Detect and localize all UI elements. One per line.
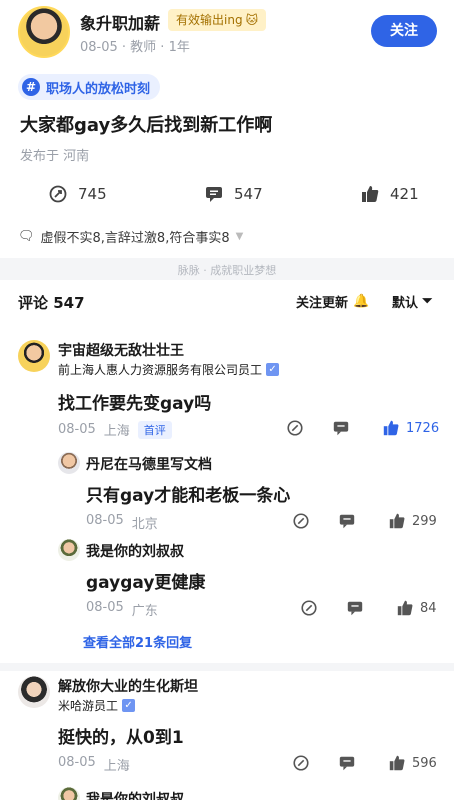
comments-title: 评论 547	[18, 294, 85, 312]
thumbs-up-icon	[389, 755, 405, 771]
replier-name[interactable]: 我是你的刘叔叔	[86, 789, 184, 800]
comment-icon	[347, 601, 363, 616]
reply-button[interactable]	[338, 512, 356, 530]
share-button[interactable]	[300, 599, 318, 617]
reply-text: 只有gay才能和老板一条心	[86, 486, 291, 506]
rating-icon: 🗨	[18, 229, 35, 244]
author-name[interactable]: 象升职加薪	[80, 10, 160, 34]
comment-action[interactable]: 547	[204, 184, 263, 204]
share-edit-icon	[293, 755, 309, 771]
share-edit-icon	[293, 513, 309, 529]
post-location: 发布于 河南	[20, 149, 90, 164]
topic-chip[interactable]: # 职场人的放松时刻	[18, 74, 161, 100]
comment-meta: 08-05 上海	[58, 755, 130, 774]
share-button[interactable]	[286, 419, 304, 437]
comment-meta: 08-05 上海 首评	[58, 420, 172, 439]
share-edit-icon	[49, 185, 67, 203]
commenter-company: 前上海人惠人力资源服务有限公司员工 ✓	[58, 361, 280, 378]
commenter-name[interactable]: 解放你大业的生化斯坦	[58, 676, 198, 696]
verified-icon: ✓	[122, 699, 136, 712]
reply-text: gaygay更健康	[86, 573, 206, 593]
reply-button[interactable]	[346, 599, 364, 617]
follow-update-button[interactable]: 关注更新 🔔	[296, 292, 369, 311]
hashtag-icon: #	[22, 78, 40, 96]
thumbs-up-icon	[397, 600, 413, 616]
comment-icon	[339, 514, 355, 529]
reply-meta: 08-05 广东	[86, 600, 158, 619]
author-tag: 有效输出ing 🐱	[168, 9, 267, 31]
share-button[interactable]	[292, 512, 310, 530]
author-avatar[interactable]	[18, 6, 70, 58]
reply-meta: 08-05 北京	[86, 513, 158, 532]
rating-summary[interactable]: 🗨 虚假不实8,言辞过激8,符合事实8 ▼	[18, 227, 243, 246]
like-button[interactable]: 596	[388, 754, 437, 772]
comment-text: 找工作要先变gay吗	[58, 394, 212, 414]
badge-emoji-icon: 🐱	[245, 13, 259, 27]
view-all-replies-link[interactable]: 查看全部21条回复	[83, 632, 192, 651]
sort-dropdown[interactable]: 默认 ⏷	[392, 292, 432, 311]
replier-name[interactable]: 我是你的刘叔叔	[86, 541, 184, 561]
filter-icon: ⏷	[422, 294, 433, 309]
post-title: 大家都gay多久后找到新工作啊	[20, 115, 273, 136]
share-action[interactable]: 745	[48, 184, 107, 204]
thumbs-up-icon	[383, 420, 399, 436]
share-edit-icon	[287, 420, 303, 436]
avatar[interactable]	[18, 676, 50, 708]
comment-icon	[206, 187, 222, 202]
thumbs-up-icon	[389, 513, 405, 529]
commenter-name[interactable]: 宇宙超级无敌壮壮王	[58, 340, 184, 360]
comment-divider	[0, 663, 454, 671]
reply-button[interactable]	[338, 754, 356, 772]
chevron-down-icon: ▼	[235, 231, 244, 242]
avatar[interactable]	[58, 452, 80, 474]
comment-icon	[339, 756, 355, 771]
verified-icon: ✓	[266, 363, 280, 376]
comment-icon	[333, 421, 349, 436]
like-button[interactable]: 84	[396, 599, 437, 617]
avatar[interactable]	[18, 340, 50, 372]
reply-button[interactable]	[332, 419, 350, 437]
share-edit-icon	[301, 600, 317, 616]
avatar[interactable]	[58, 539, 80, 561]
avatar[interactable]	[58, 787, 80, 800]
bell-icon: 🔔	[353, 294, 370, 309]
author-meta: 08-05 · 教师 · 1年	[80, 40, 190, 55]
follow-button[interactable]: 关注	[371, 15, 437, 47]
commenter-company: 米哈游员工 ✓	[58, 697, 136, 714]
comment-text: 挺快的，从0到1	[58, 728, 184, 748]
like-button[interactable]: 299	[388, 512, 437, 530]
replier-name[interactable]: 丹尼在马德里写文档	[86, 454, 212, 474]
first-comment-badge: 首评	[137, 420, 172, 439]
share-button[interactable]	[292, 754, 310, 772]
thumbs-up-icon	[362, 186, 379, 202]
like-action[interactable]: 421	[360, 184, 419, 204]
slogan: 脉脉 · 成就职业梦想	[177, 264, 277, 277]
like-button[interactable]: 1726	[382, 419, 439, 437]
